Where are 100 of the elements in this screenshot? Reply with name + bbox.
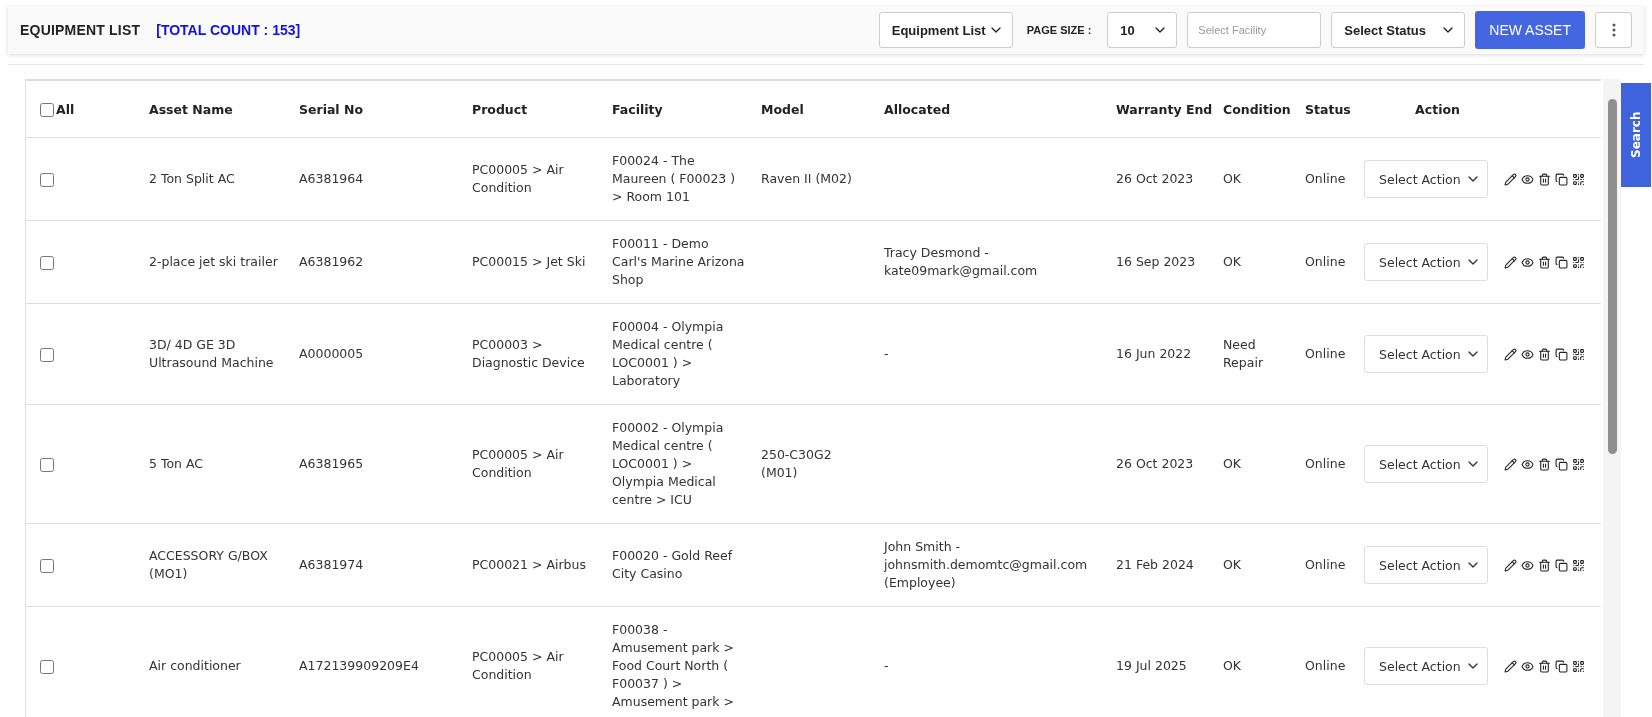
eye-icon[interactable]	[1521, 558, 1534, 572]
table-cell: PC00005 > Air Condition	[472, 649, 564, 682]
status-select[interactable]: Select Status	[1331, 12, 1466, 48]
table-cell: 3D/ 4D GE 3D Ultrasound Machine	[149, 337, 274, 370]
qr-code-icon[interactable]	[1572, 347, 1585, 361]
table-cell: Online	[1305, 456, 1346, 471]
column-header: Serial No	[291, 81, 464, 138]
copy-icon[interactable]	[1555, 172, 1568, 186]
table-cell: A6381962	[299, 254, 364, 269]
qr-code-icon[interactable]	[1572, 255, 1585, 269]
copy-icon[interactable]	[1555, 558, 1568, 572]
table-cell: PC00021 > Airbus	[472, 557, 586, 572]
table-cell: 5 Ton AC	[149, 456, 204, 471]
column-header: Asset Name	[141, 81, 291, 138]
table-cell: 16 Jun 2022	[1116, 346, 1192, 361]
column-header: Model	[753, 81, 876, 138]
column-header: Action	[1356, 81, 1601, 138]
trash-icon[interactable]	[1538, 255, 1551, 269]
eye-icon[interactable]	[1521, 457, 1534, 471]
table-cell: Raven II (M02)	[761, 171, 852, 186]
table-cell: 21 Feb 2024	[1116, 557, 1194, 572]
table-cell: A6381974	[299, 557, 364, 572]
table-cell: 16 Sep 2023	[1116, 254, 1196, 269]
edit-icon[interactable]	[1504, 347, 1517, 361]
table-cell: Online	[1305, 557, 1346, 572]
table-cell: -	[884, 346, 889, 361]
copy-icon[interactable]	[1555, 457, 1568, 471]
trash-icon[interactable]	[1538, 347, 1551, 361]
page-size-select[interactable]: 10	[1107, 12, 1178, 48]
row-checkbox[interactable]	[40, 659, 54, 674]
table-cell: PC00015 > Jet Ski	[472, 254, 586, 269]
trash-icon[interactable]	[1538, 457, 1551, 471]
row-checkbox[interactable]	[40, 558, 54, 573]
column-header: Product	[464, 81, 604, 138]
copy-icon[interactable]	[1555, 255, 1568, 269]
edit-icon[interactable]	[1504, 172, 1517, 186]
eye-icon[interactable]	[1521, 255, 1534, 269]
action-select[interactable]: Select Action	[1364, 335, 1488, 373]
column-header: Status	[1297, 81, 1356, 138]
table-cell: A6381965	[299, 456, 364, 471]
qr-code-icon[interactable]	[1572, 659, 1585, 673]
qr-code-icon[interactable]	[1572, 172, 1585, 186]
page-size-label: PAGE SIZE :	[1026, 24, 1092, 36]
table-cell: John Smith - johnsmith.demomtc@gmail.com (Employee)	[884, 539, 1088, 590]
column-header: Allocated	[876, 81, 1108, 138]
column-header: Facility	[604, 81, 753, 138]
view-select[interactable]: Equipment List	[878, 12, 1013, 48]
table-cell: OK	[1223, 557, 1242, 572]
table-cell: 26 Oct 2023	[1116, 456, 1194, 471]
table-cell: F00011 - Demo Carl's Marine Arizona Shop	[612, 236, 745, 287]
qr-code-icon[interactable]	[1572, 457, 1585, 471]
new-asset-button[interactable]: NEW ASSET	[1475, 11, 1585, 49]
table-cell: 2 Ton Split AC	[149, 171, 235, 186]
table-cell: 19 Jul 2025	[1116, 658, 1187, 673]
table-cell: F00020 - Gold Reef City Casino	[612, 548, 733, 581]
table-cell: Online	[1305, 171, 1346, 186]
eye-icon[interactable]	[1521, 347, 1534, 361]
action-select[interactable]: Select Action	[1364, 243, 1488, 281]
table-cell: 2-place jet ski trailer	[149, 254, 278, 269]
edit-icon[interactable]	[1504, 659, 1517, 673]
action-select[interactable]: Select Action	[1364, 445, 1488, 483]
facility-field[interactable]: Select Facility	[1187, 12, 1322, 48]
table-cell: OK	[1223, 254, 1242, 269]
table-cell: F00004 - Olympia Medical centre ( LOC0001 ) > Laboratory	[612, 319, 724, 388]
table-cell: 250-C30G2 (M01)	[761, 447, 832, 480]
column-header: Warranty End	[1108, 81, 1215, 138]
select-all-label: All	[56, 102, 75, 117]
edit-icon[interactable]	[1504, 558, 1517, 572]
table-cell: OK	[1223, 658, 1242, 673]
total-count: [TOTAL COUNT : 153]	[156, 22, 301, 38]
trash-icon[interactable]	[1538, 659, 1551, 673]
eye-icon[interactable]	[1521, 172, 1534, 186]
edit-icon[interactable]	[1504, 255, 1517, 269]
action-select[interactable]: Select Action	[1364, 546, 1488, 584]
table-cell: -	[884, 658, 889, 673]
table-cell: F00002 - Olympia Medical centre ( LOC0001 ) > Olympia Medical centre > ICU	[612, 420, 724, 507]
table-cell: F00024 - The Maureen ( F00023 ) > Room 101	[612, 153, 736, 204]
select-all-checkbox[interactable]	[40, 102, 54, 117]
column-header: Condition	[1215, 81, 1297, 138]
edit-icon[interactable]	[1504, 457, 1517, 471]
search-tab[interactable]: Search	[1621, 83, 1651, 187]
table-cell: Air conditioner	[149, 658, 241, 673]
copy-icon[interactable]	[1555, 659, 1568, 673]
action-select[interactable]: Select Action	[1364, 647, 1488, 685]
trash-icon[interactable]	[1538, 172, 1551, 186]
row-checkbox[interactable]	[40, 172, 54, 187]
row-checkbox[interactable]	[40, 457, 54, 472]
more-icon	[1611, 23, 1616, 37]
table-cell: Online	[1305, 254, 1346, 269]
trash-icon[interactable]	[1538, 558, 1551, 572]
eye-icon[interactable]	[1521, 659, 1534, 673]
action-select[interactable]: Select Action	[1364, 160, 1488, 198]
table-cell: Tracy Desmond - kate09mark@gmail.com	[884, 245, 1038, 278]
table-cell: A6381964	[299, 171, 364, 186]
table-cell: Need Repair	[1223, 337, 1264, 370]
row-checkbox[interactable]	[40, 347, 54, 362]
table-cell: A172139909209E4	[299, 658, 419, 673]
copy-icon[interactable]	[1555, 347, 1568, 361]
row-checkbox[interactable]	[40, 255, 54, 270]
qr-code-icon[interactable]	[1572, 558, 1585, 572]
